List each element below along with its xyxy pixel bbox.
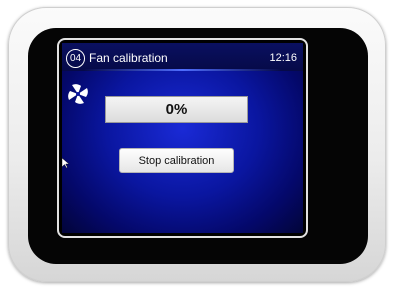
page-title: Fan calibration	[89, 51, 168, 65]
progress-percent: 0%	[165, 101, 188, 118]
clock: 12:16	[269, 52, 297, 64]
step-badge: 04	[66, 49, 85, 68]
display-screen: 04 Fan calibration 12:16 0% Stop calibra…	[62, 43, 303, 233]
status-bar: 04 Fan calibration 12:16	[62, 43, 303, 71]
display-frame: 04 Fan calibration 12:16 0% Stop calibra…	[57, 38, 308, 238]
fan-icon	[68, 84, 88, 104]
stop-calibration-button[interactable]: Stop calibration	[119, 148, 234, 173]
pointer-cursor-icon	[62, 158, 70, 168]
calibration-progress-bar: 0%	[105, 96, 248, 123]
